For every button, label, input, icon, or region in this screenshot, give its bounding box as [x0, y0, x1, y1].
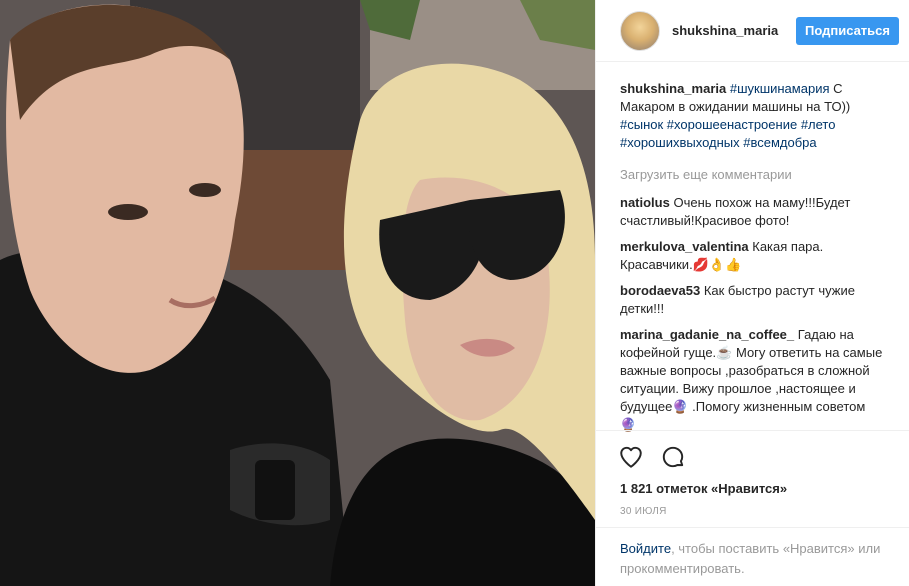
post-header: shukshina_maria Подписаться	[596, 0, 909, 62]
hashtag[interactable]: #сынок	[620, 117, 663, 132]
login-link[interactable]: Войдите	[620, 541, 671, 556]
comment-username[interactable]: borodaeva53	[620, 283, 700, 298]
selfie-photo-illustration	[0, 0, 595, 586]
comment-username[interactable]: merkulova_valentina	[620, 239, 749, 254]
load-more-comments-link[interactable]: Загрузить еще комментарии	[620, 166, 885, 184]
login-prompt: Войдите, чтобы поставить «Нравится» или …	[596, 527, 909, 586]
action-row	[618, 443, 888, 471]
comment-bubble-icon[interactable]	[660, 444, 686, 470]
follow-button[interactable]: Подписаться	[795, 16, 899, 45]
comment-username[interactable]: natiolus	[620, 195, 670, 210]
comment-item: merkulova_valentina Какая пара. Красавчи…	[620, 238, 885, 274]
comment-item: marina_gadanie_na_coffee_ Гадаю на кофей…	[620, 326, 885, 434]
hashtag[interactable]: #хорошеенастроение	[667, 117, 797, 132]
comment-item: natiolus Очень похож на маму!!!Будет сча…	[620, 194, 885, 230]
avatar[interactable]	[620, 10, 660, 51]
post-side-panel: shukshina_maria Подписаться shukshina_ma…	[595, 0, 909, 586]
hashtag[interactable]: #хорошихвыходных	[620, 135, 740, 150]
comment-username[interactable]: marina_gadanie_na_coffee_	[620, 327, 794, 342]
caption-username[interactable]: shukshina_maria	[620, 81, 726, 96]
comments-list: shukshina_maria #шукшинамария С Макаром …	[596, 62, 909, 434]
hashtag[interactable]: #шукшинамария	[730, 81, 830, 96]
post-photo[interactable]	[0, 0, 595, 586]
post-actions: 1 821 отметок «Нравится» 30 ИЮЛЯ	[596, 430, 909, 517]
header-username[interactable]: shukshina_maria	[672, 23, 796, 38]
post-date[interactable]: 30 ИЮЛЯ	[620, 506, 888, 517]
hashtag[interactable]: #всемдобра	[743, 135, 816, 150]
comment-text: Гадаю на кофейной гуще.☕ Могу ответить н…	[620, 327, 883, 432]
comment-item: borodaeva53 Как быстро растут чужие детк…	[620, 282, 885, 318]
hashtag[interactable]: #лето	[801, 117, 836, 132]
likes-count[interactable]: 1 821 отметок «Нравится»	[620, 481, 888, 496]
post-caption: shukshina_maria #шукшинамария С Макаром …	[620, 80, 885, 152]
heart-icon[interactable]	[618, 444, 644, 470]
